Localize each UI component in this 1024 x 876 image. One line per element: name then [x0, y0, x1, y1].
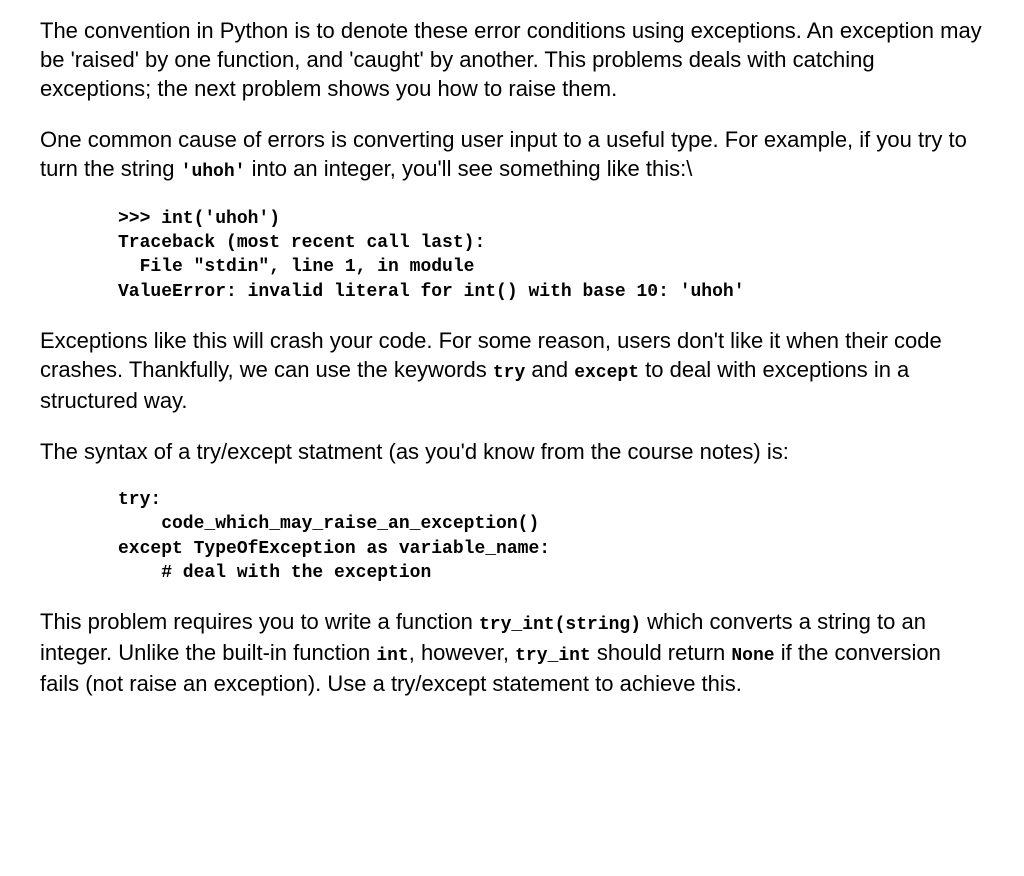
paragraph-intro: The convention in Python is to denote th… [40, 16, 984, 103]
inline-code-none: None [731, 646, 774, 666]
text-segment: This problem requires you to write a fun… [40, 609, 479, 634]
text-segment: , however, [409, 640, 515, 665]
paragraph-error-cause: One common cause of errors is converting… [40, 125, 984, 185]
paragraph-syntax: The syntax of a try/except statment (as … [40, 437, 984, 466]
inline-code-try: try [493, 363, 525, 383]
paragraph-task: This problem requires you to write a fun… [40, 607, 984, 698]
text-segment: should return [591, 640, 732, 665]
inline-code-tryint2: try_int [515, 646, 591, 666]
text-segment: and [525, 357, 574, 382]
inline-code-int: int [376, 646, 408, 666]
inline-code-except: except [574, 363, 639, 383]
text-segment: into an integer, you'll see something li… [245, 156, 692, 181]
code-block-tryexcept: try: code_which_may_raise_an_exception()… [118, 488, 984, 585]
code-block-traceback: >>> int('uhoh') Traceback (most recent c… [118, 207, 984, 304]
paragraph-crash: Exceptions like this will crash your cod… [40, 326, 984, 415]
inline-code-tryint: try_int(string) [479, 615, 641, 635]
inline-code-uhoh: 'uhoh' [181, 162, 246, 182]
